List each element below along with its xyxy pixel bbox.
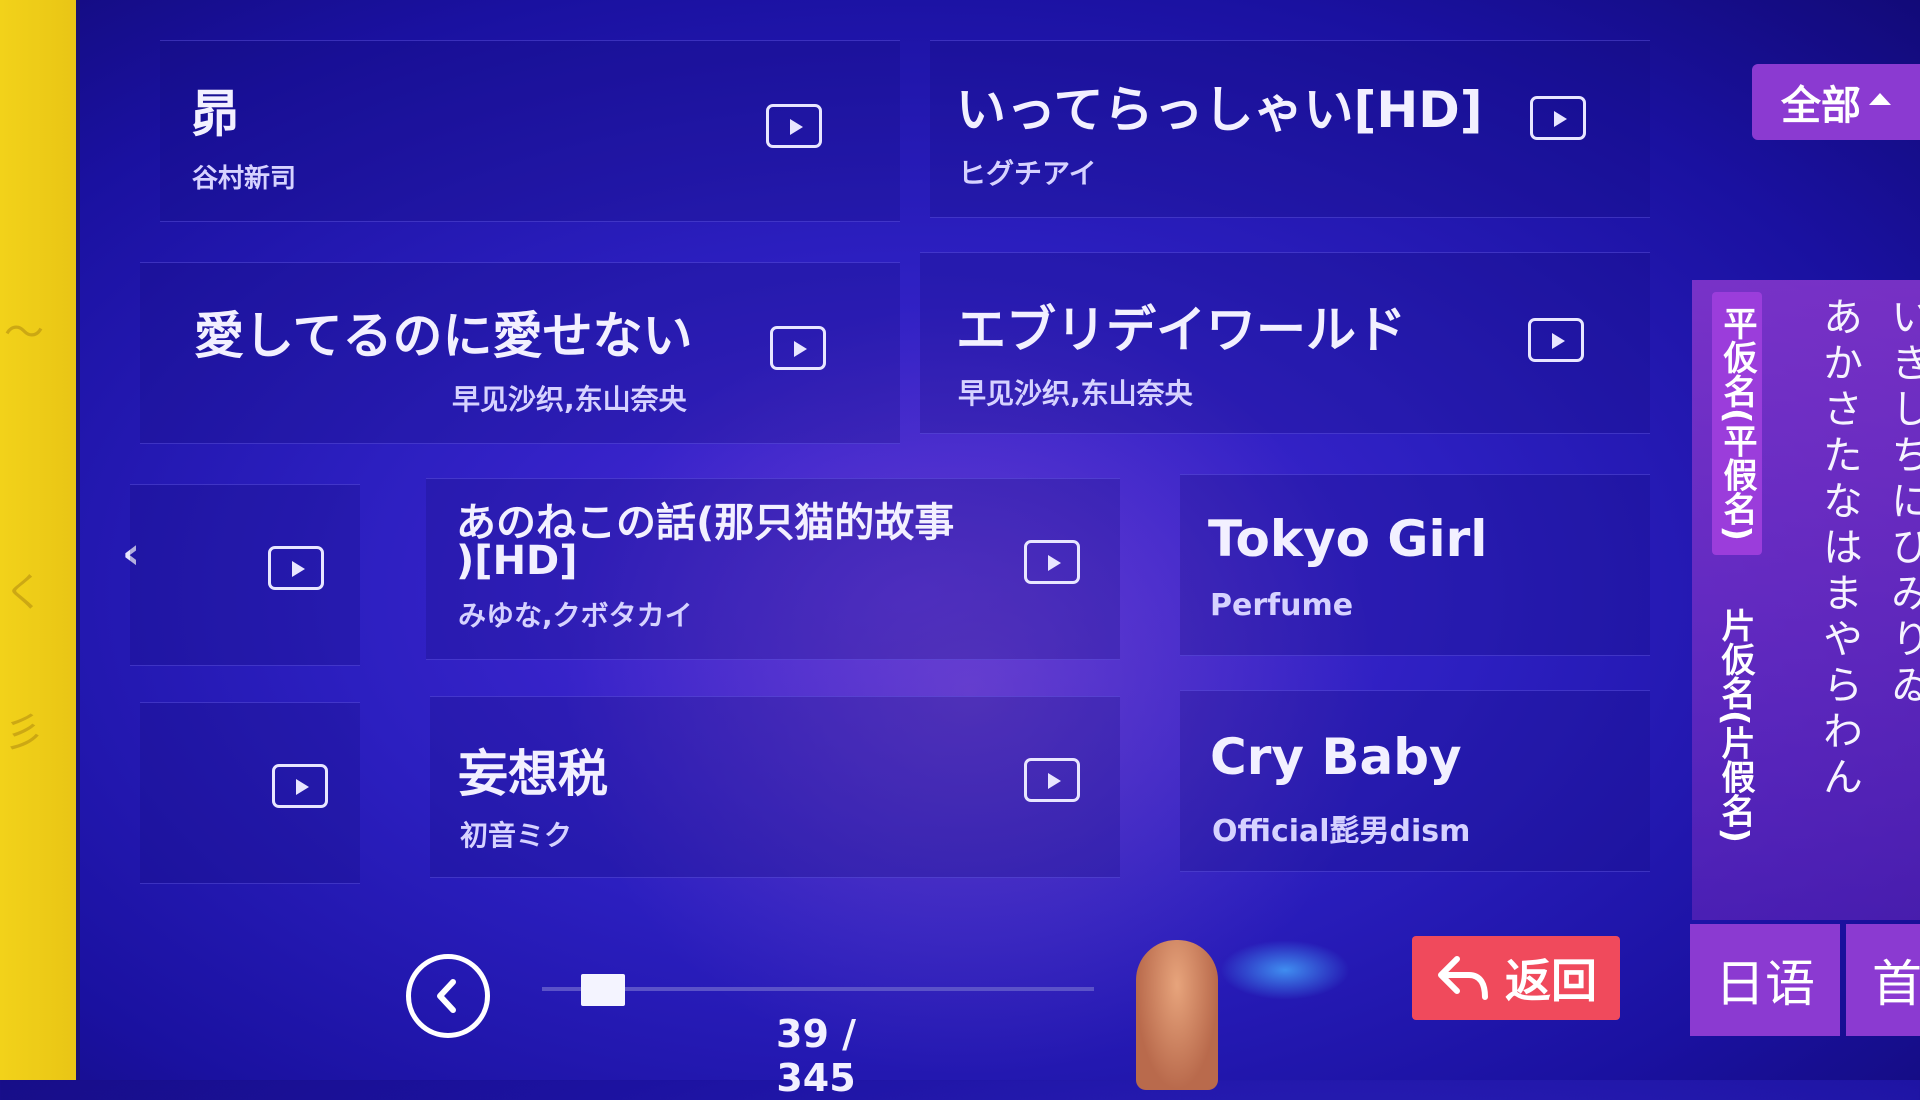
song-title-line2: )[HD]: [456, 538, 578, 584]
play-video-icon[interactable]: [1530, 96, 1586, 140]
song-title: 愛してるのに愛せない: [194, 307, 693, 365]
play-video-icon[interactable]: [766, 104, 822, 148]
kana-column-a[interactable]: あかさたなはまやらわん: [1810, 296, 1868, 802]
previous-page-button[interactable]: [406, 954, 490, 1038]
play-video-icon[interactable]: [272, 764, 328, 808]
song-artist: 谷村新司: [192, 164, 297, 194]
bezel-decoration: 彡: [4, 710, 44, 756]
song-artist: みゆな,クボタカイ: [458, 599, 693, 632]
play-video-icon[interactable]: [268, 546, 324, 590]
kana-column-i[interactable]: いきしちにひみりゐ: [1878, 296, 1920, 710]
caret-up-icon: [1869, 93, 1891, 105]
song-artist: ヒグチアイ: [958, 157, 1097, 190]
song-artist: 初音ミク: [460, 819, 573, 852]
song-artist: 早见沙织,东山奈央: [452, 383, 687, 416]
bezel-decoration: 〜: [4, 310, 44, 356]
back-button[interactable]: 返回: [1412, 936, 1620, 1020]
song-title: Tokyo Girl: [1208, 510, 1488, 568]
play-video-icon[interactable]: [1528, 318, 1584, 362]
filter-label: 全部: [1781, 83, 1861, 129]
play-video-icon[interactable]: [1024, 540, 1080, 584]
undo-arrow-icon: [1438, 956, 1488, 1000]
page-counter: 39 / 345: [776, 1012, 856, 1100]
tab-katakana[interactable]: 片仮名(片假名): [1712, 608, 1758, 843]
song-card-partial[interactable]: [130, 484, 360, 666]
song-artist: Official髭男dism: [1212, 814, 1471, 849]
song-title: いってらっしゃい[HD]: [956, 81, 1483, 139]
filter-all-button[interactable]: 全部: [1752, 64, 1920, 140]
home-button[interactable]: 首: [1846, 924, 1920, 1036]
song-title: Cry Baby: [1210, 728, 1462, 786]
finger-overlay: [1136, 940, 1218, 1090]
song-title: 昴: [190, 85, 240, 143]
play-video-icon[interactable]: [770, 326, 826, 370]
song-title: エブリデイワールド: [956, 301, 1406, 359]
bezel-decoration: く: [4, 570, 44, 616]
touch-glow: [1220, 940, 1350, 1000]
chevron-left-icon: [437, 979, 456, 1013]
tab-hiragana[interactable]: 平仮名(平假名): [1712, 292, 1762, 556]
play-video-icon[interactable]: [1024, 758, 1080, 802]
back-label: 返回: [1505, 954, 1597, 1008]
song-artist: Perfume: [1210, 588, 1354, 623]
song-artist: 早见沙织,东山奈央: [958, 377, 1193, 410]
language-button[interactable]: 日语: [1690, 924, 1840, 1036]
song-title: 妄想税: [458, 745, 608, 803]
page-slider-thumb[interactable]: [581, 974, 625, 1006]
